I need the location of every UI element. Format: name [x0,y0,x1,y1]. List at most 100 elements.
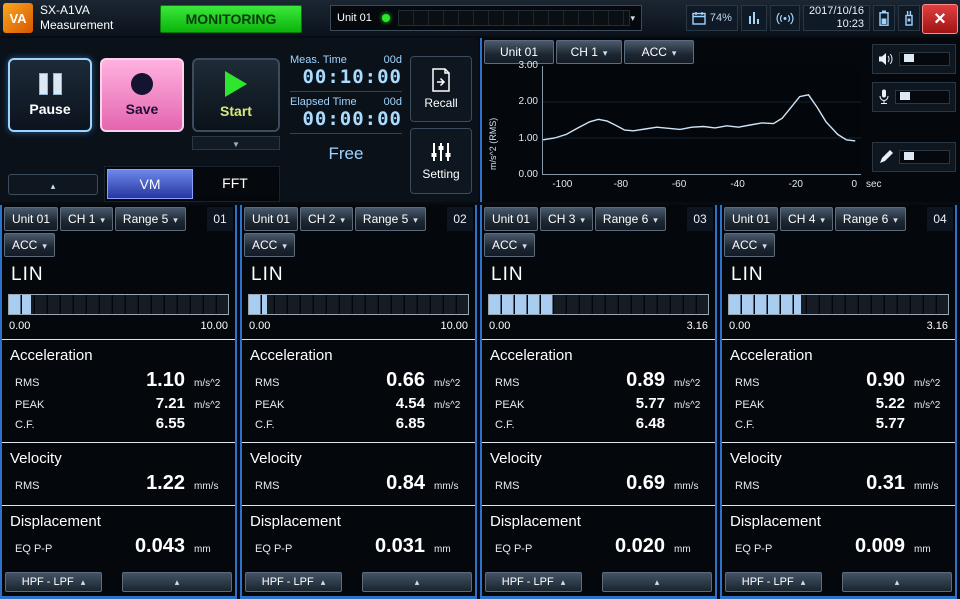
pen-slider[interactable] [899,150,950,164]
collapse-panel-button[interactable] [362,572,472,592]
cf-row: C.F. 6.85 [250,415,467,432]
unit-select[interactable]: Unit 01 [4,207,58,231]
panel-footer: HPF - LPF [2,568,235,596]
range-select[interactable]: Range 5 [355,207,426,231]
slider-handle[interactable] [904,152,914,160]
volume-slider[interactable] [899,52,950,66]
mode-tabs: VM FFT [104,166,280,202]
status-led-icon [382,14,390,22]
hpf-lpf-label: HPF - LPF [502,576,554,588]
displacement-section: Displacement EQ P-P 0.031 mm [242,505,475,568]
range-select[interactable]: Range 6 [835,207,906,231]
x-axis-ticks: -100 -80 -60 -40 -20 0 [542,179,860,191]
signal-select[interactable]: ACC [724,233,775,257]
channel-label: CH 1 [68,212,95,226]
setting-label: Setting [422,167,459,181]
cf-label: C.F. [490,419,547,431]
section-title: Acceleration [250,347,467,364]
top-bar: VA SX-A1VA Measurement MONITORING Unit 0… [0,0,960,36]
velocity-rms-row: RMS 0.84 mm/s [250,472,467,495]
collapse-panel-button[interactable] [602,572,712,592]
acceleration-section: Acceleration RMS 0.90 m/s^2 PEAK 5.22 m/… [722,339,955,442]
range-select[interactable]: Range 5 [115,207,186,231]
equalizer-icon [747,11,761,25]
range-select[interactable]: Range 6 [595,207,666,231]
level-meter [488,294,709,315]
section-title: Velocity [10,450,227,467]
recall-icon [430,68,452,92]
signal-select[interactable]: ACC [244,233,295,257]
unit-select[interactable]: Unit 01 [244,207,298,231]
chevron-down-icon [820,212,825,226]
scale-min-label: 0.00 [249,320,270,332]
tab-fft[interactable]: FFT [193,169,277,197]
meas-time-label: Meas. Time [290,54,347,66]
start-options-button[interactable] [192,136,280,150]
velocity-rms-label: RMS [730,480,787,492]
signal-row: ACC [722,231,955,257]
signal-select[interactable]: ACC [484,233,535,257]
channel-select[interactable]: CH 4 [780,207,833,231]
scale-min-label: 0.00 [489,320,510,332]
peak-row: PEAK 5.22 m/s^2 [730,395,947,412]
level-meter-ticks [249,295,468,314]
channel-select[interactable]: CH 1 [60,207,113,231]
chart-channel-select[interactable]: CH 1 [556,40,622,64]
annotate-control[interactable] [872,142,956,172]
peak-value: 4.54 [307,395,425,412]
hpf-lpf-button[interactable]: HPF - LPF [5,572,102,592]
channel-select[interactable]: CH 2 [300,207,353,231]
tab-vm[interactable]: VM [107,169,193,199]
save-button[interactable]: Save [100,58,184,132]
rms-value: 0.89 [547,369,665,392]
collapse-panel-button[interactable] [122,572,232,592]
displacement-row: EQ P-P 0.043 mm [10,535,227,558]
usb-icon [904,10,914,26]
velocity-unit: mm/s [665,481,707,492]
section-title: Displacement [730,513,947,530]
meas-time-days: 00d [384,54,402,66]
unit-select[interactable]: Unit 01 [724,207,778,231]
section-title: Displacement [10,513,227,530]
channel-label: CH 4 [788,212,815,226]
section-title: Velocity [490,450,707,467]
pause-button[interactable]: Pause [8,58,92,132]
mic-slider[interactable] [895,90,950,104]
hpf-lpf-button[interactable]: HPF - LPF [725,572,822,592]
meter-scale: 0.00 10.00 [2,317,235,339]
recall-button[interactable]: Recall [410,56,472,122]
channel-label: CH 2 [308,212,335,226]
channel-panel: Unit 01 CH 3 Range 6 03 ACC LIN 0.00 3.1… [480,205,717,599]
chevron-down-icon [580,212,585,226]
monitoring-button[interactable]: MONITORING [160,5,302,33]
time-label: 10:23 [809,18,864,31]
setting-icon [430,141,452,163]
hpf-lpf-button[interactable]: HPF - LPF [485,572,582,592]
setting-button[interactable]: Setting [410,128,472,194]
chart-signal-select[interactable]: ACC [624,40,694,64]
mic-level-control[interactable] [872,82,956,112]
signal-select[interactable]: ACC [4,233,55,257]
channel-panel: Unit 01 CH 1 Range 5 01 ACC LIN 0.00 10.… [0,205,237,599]
velocity-rms-label: RMS [250,480,307,492]
battery-icon [879,10,889,26]
close-button[interactable] [922,4,958,34]
start-button[interactable]: Start [192,58,280,132]
pen-icon [878,149,894,165]
y-axis-label: m/s^2 (RMS) [488,74,498,170]
unit-label: Unit 01 [492,212,530,226]
slider-handle[interactable] [900,92,910,100]
slider-handle[interactable] [904,54,914,62]
hpf-lpf-label: HPF - LPF [262,576,314,588]
hpf-lpf-button[interactable]: HPF - LPF [245,572,342,592]
unit-level-indicator[interactable]: Unit 01 [330,5,642,31]
peak-label: PEAK [730,399,787,411]
speaker-volume-control[interactable] [872,44,956,74]
collapse-panel-button[interactable] [842,572,952,592]
cf-row: C.F. 6.48 [490,415,707,432]
channel-select[interactable]: CH 3 [540,207,593,231]
rms-row: RMS 0.89 m/s^2 [490,369,707,392]
unit-select[interactable]: Unit 01 [484,207,538,231]
collapse-controls-button[interactable] [8,174,98,195]
peak-unit: m/s^2 [185,400,227,411]
